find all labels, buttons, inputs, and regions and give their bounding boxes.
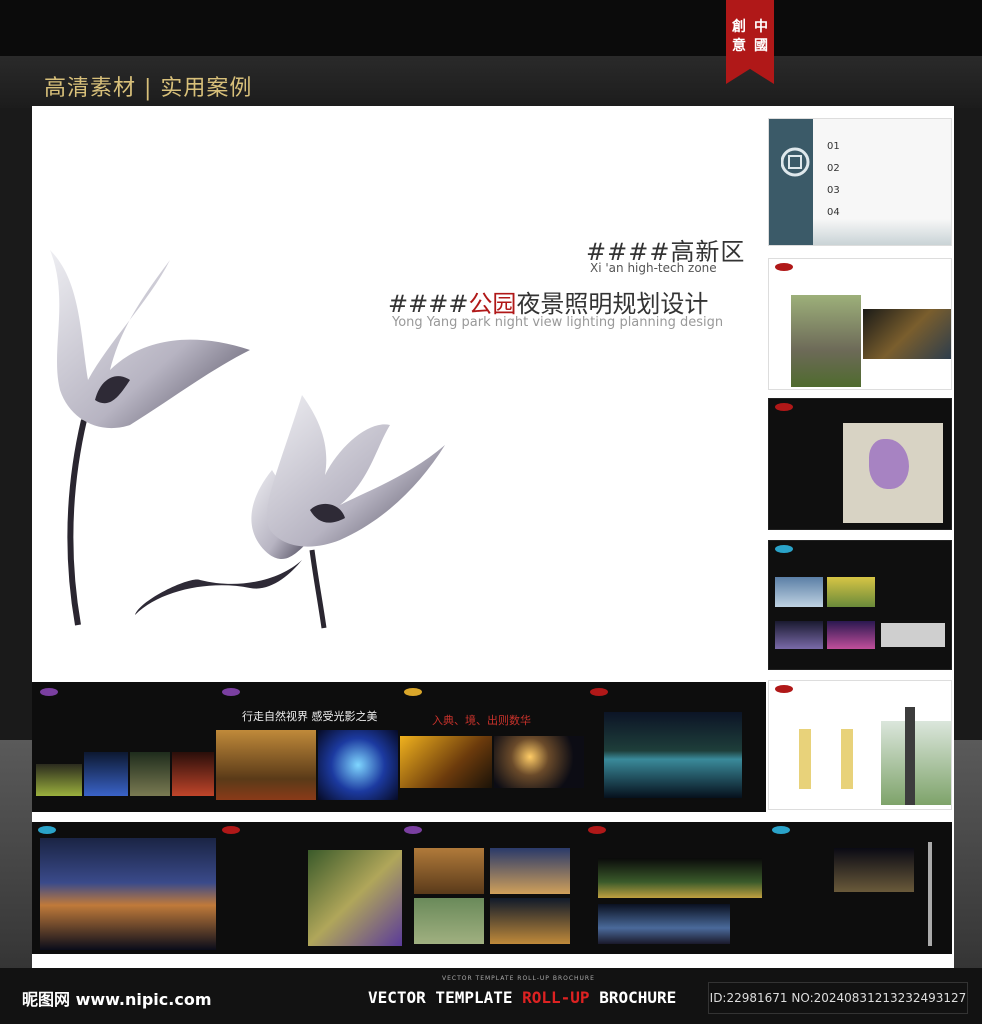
leaf-icon [772, 826, 790, 834]
cover-subtitle-project: Yong Yang park night view lighting plann… [392, 315, 724, 330]
leaf-icon [38, 826, 56, 834]
grid-photo-1 [414, 848, 484, 894]
thumb-site-plan-page [768, 398, 952, 530]
cover-title-prefix: #### [388, 290, 469, 318]
thumb-photo [36, 764, 82, 796]
top-band [0, 0, 982, 56]
strip-heading-path: 入典、境、出则数华 [432, 714, 531, 727]
ink-landscape [813, 219, 951, 245]
autumn-leaf-photo [400, 736, 492, 788]
brochure-text-b: ROLL-UP [522, 988, 590, 1007]
thumb-concept-page [768, 540, 952, 670]
cover-title-rest: 夜景照明规划设计 [516, 290, 709, 318]
forest-photo [216, 730, 316, 800]
leaf-icon [590, 688, 608, 696]
ribbon-text-left: 創意 [732, 19, 746, 54]
pattern-icon [781, 147, 810, 177]
garden-night-photo-1 [598, 858, 762, 898]
thumb-photo [130, 752, 170, 796]
lake-shape [869, 439, 909, 489]
leaf-icon [40, 688, 58, 696]
page-title: 高清素材 | 实用案例 [44, 76, 253, 101]
toc-item-03: 03 [827, 185, 840, 196]
contents-sidebar-block [769, 119, 813, 245]
concept-photo-4 [827, 621, 875, 649]
leaf-icon [775, 263, 793, 271]
leaf-icon [404, 688, 422, 696]
grid-photo-3 [414, 898, 484, 944]
leaf-icon [775, 685, 793, 693]
concept-photo-2 [827, 577, 875, 607]
toc-item-02: 02 [827, 163, 840, 174]
toc-item-01: 01 [827, 141, 840, 152]
masterplan-photo [308, 850, 402, 946]
ribbon-text-right: 中國 [754, 19, 768, 54]
watermark-nipic: 昵图网 www.nipic.com [22, 990, 212, 1009]
lamp-photo [881, 721, 951, 805]
cover-subtitle-zone: Xi 'an high-tech zone [590, 261, 717, 275]
light-pole [928, 842, 932, 946]
light-sculpture-photo [318, 730, 398, 800]
brochure-caption-small: VECTOR TEMPLATE ROLL-UP BROCHURE [442, 975, 595, 982]
rock-garden-photo [791, 295, 861, 387]
lamp-post-2 [841, 729, 853, 789]
concept-photo-3 [775, 621, 823, 649]
toc-item-04: 04 [827, 207, 840, 218]
building-night-photo [40, 838, 216, 950]
lamp-structure [905, 707, 915, 805]
lamp-post-1 [799, 729, 811, 789]
thumb-lamp-design-page [768, 680, 952, 810]
brochure-text-a: VECTOR TEMPLATE [368, 988, 523, 1007]
leaf-icon [775, 403, 793, 411]
strip-heading-nature: 行走自然视界 感受光影之美 [242, 710, 378, 723]
garden-night-photo-2 [598, 904, 730, 944]
thumb-photo [84, 752, 128, 796]
bokeh-photo [494, 736, 584, 788]
brochure-text-c: BROCHURE [589, 988, 677, 1007]
grid-photo-4 [490, 898, 570, 944]
pier-photo [834, 848, 914, 892]
cover-title-highlight: 公园 [468, 290, 517, 318]
leaf-icon [404, 826, 422, 834]
tulip-illustration [50, 250, 445, 629]
thumb-photo [172, 752, 214, 796]
leaf-icon [588, 826, 606, 834]
leaf-icon [222, 826, 240, 834]
thumb-landscape-page [768, 258, 952, 390]
brochure-caption: VECTOR TEMPLATE ROLL-UP BROCHURE [368, 988, 676, 1007]
leaf-icon [775, 545, 793, 553]
concept-photo-1 [775, 577, 823, 607]
night-pond-photo [863, 309, 951, 359]
concept-textbox [881, 623, 945, 647]
grid-photo-2 [490, 848, 570, 894]
wall-lighting-photo [604, 712, 742, 798]
thumb-contents-page: 01 02 03 04 05 [768, 118, 952, 246]
cover-title-project: ####公园夜景照明规划设计 [388, 284, 708, 319]
watermark-id: ID:22981671 NO:20240831213232493127 [708, 982, 968, 1014]
leaf-icon [222, 688, 240, 696]
